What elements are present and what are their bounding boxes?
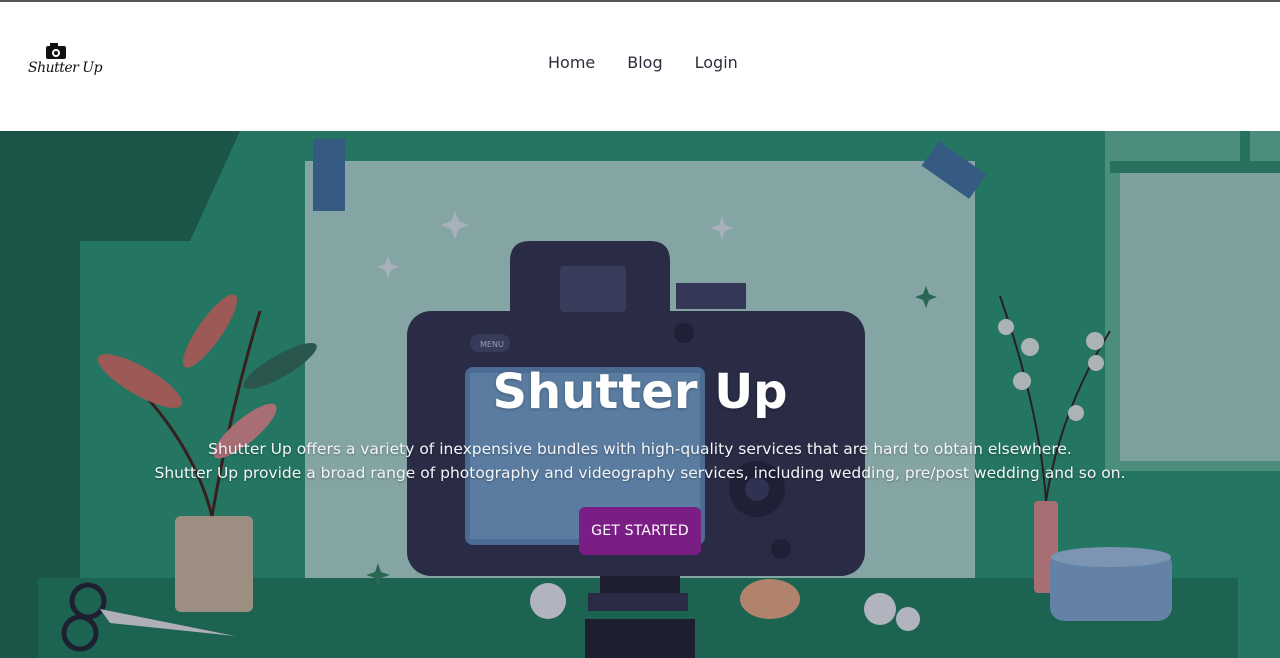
navbar: Shutter Up Home Blog Login <box>0 2 1280 131</box>
hero-content: Shutter Up Shutter Up offers a variety o… <box>0 363 1280 555</box>
main-nav: Home Blog Login <box>548 52 738 74</box>
hero-description-line-1: Shutter Up offers a variety of inexpensi… <box>208 440 1072 458</box>
hero-title: Shutter Up <box>492 364 788 420</box>
nav-home[interactable]: Home <box>548 52 595 74</box>
brand-logo[interactable]: Shutter Up <box>26 42 103 86</box>
hero-description-line-2: Shutter Up provide a broad range of phot… <box>154 464 1126 482</box>
logo-text: Shutter Up <box>28 60 103 76</box>
nav-blog[interactable]: Blog <box>627 52 662 74</box>
hero-section: MENU Shutter Up Shutter Up offers a vari… <box>0 131 1280 658</box>
get-started-button[interactable]: GET STARTED <box>579 507 701 555</box>
hero-description: Shutter Up offers a variety of inexpensi… <box>0 437 1280 485</box>
nav-login[interactable]: Login <box>695 52 738 74</box>
